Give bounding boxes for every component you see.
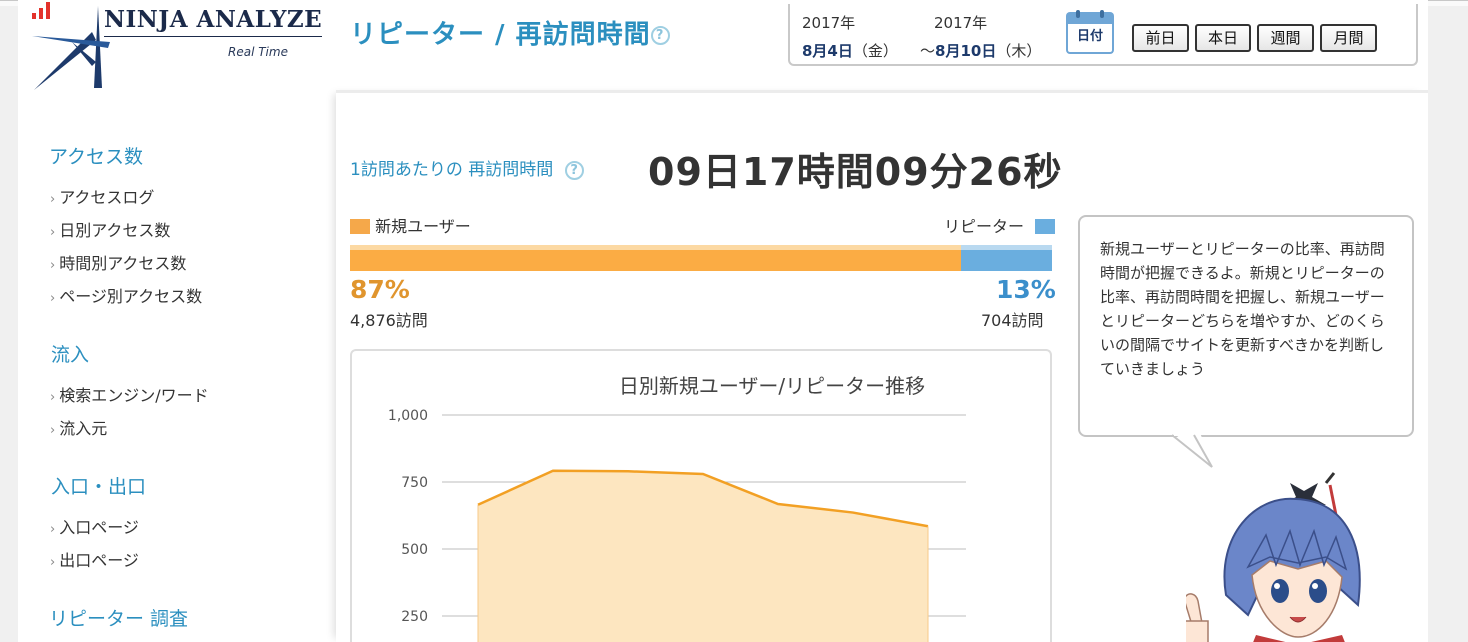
sidebar-item-referrer[interactable]: 流入元 [50,415,107,439]
legend-label-repeater: リピーター [944,217,1025,236]
calendar-ring [1076,10,1080,18]
logo-subtitle: Real Time [228,45,288,59]
new-user-percent: 87% [350,275,410,304]
sidebar: アクセス数 アクセスログ 日別アクセス数 時間別アクセス数 ページ別アクセス数 … [18,96,336,642]
range-tilde: ～ [920,42,936,60]
logo[interactable]: NINJA ANALYZE Real Time [32,2,332,92]
page: NINJA ANALYZE Real Time リピーター / 再訪問時間? 2… [18,0,1428,642]
signal-bars-icon [32,2,50,19]
sidebar-section-repeater[interactable]: リピーター 調査 [49,604,188,631]
y-tick-label: 250 [401,609,428,625]
chart-panel: 日別新規ユーザー/リピーター推移 1,000 750 500 250 [350,349,1052,642]
help-icon[interactable]: ? [564,160,584,180]
repeater-visits: 704訪問 [981,311,1044,330]
start-date[interactable]: 8月4日（金） [802,40,898,61]
end-date[interactable]: ～8月10日（木） [920,40,1041,61]
series-area [478,470,928,642]
week-button[interactable]: 週間 [1257,24,1314,52]
chart-title: 日別新規ユーザー/リピーター推移 [619,374,925,398]
help-bubble: 新規ユーザーとリピーターの比率、再訪問時間が把握できるよ。新規とリピーターの比率… [1078,215,1414,437]
end-day: （木） [996,42,1042,60]
daily-trend-chart: 日別新規ユーザー/リピーター推移 1,000 750 500 250 [388,374,966,642]
sidebar-section-entry-exit[interactable]: 入口・出口 [51,472,146,499]
page-title-text: リピーター / 再訪問時間 [350,20,651,50]
ratio-bar-new [350,250,961,271]
end-year: 2017年 [934,14,988,32]
y-tick-label: 750 [401,475,428,491]
main-content: 1訪問あたりの 再訪問時間 ? 09日17時間09分26秒 新規ユーザー リピー… [336,90,1428,642]
help-icon[interactable]: ? [650,26,670,45]
date-range-panel: 2017年 8月4日（金） 2017年 ～8月10日（木） 日付 前日 本日 週… [788,4,1418,66]
sidebar-item-entry-page[interactable]: 入口ページ [50,514,139,538]
calendar-ring [1100,10,1104,18]
sidebar-item-daily-access[interactable]: 日別アクセス数 [50,217,170,241]
new-user-visits: 4,876訪問 [350,311,428,330]
start-day: （金） [852,42,898,60]
sidebar-item-access-log[interactable]: アクセスログ [50,184,154,208]
calendar-icon: 日付 [1066,24,1114,54]
sidebar-item-search-engine[interactable]: 検索エンジン/ワード [50,382,208,406]
y-tick-label: 500 [401,542,428,558]
month-button[interactable]: 月間 [1320,24,1377,52]
sidebar-section-inflow[interactable]: 流入 [51,340,89,367]
legend-label-new: 新規ユーザー [375,217,471,236]
revisit-label: 1訪問あたりの 再訪問時間 ? [350,155,584,180]
logo-divider [104,36,322,37]
ratio-bar-repeater [961,250,1052,271]
legend-swatch-repeater [1035,219,1056,234]
legend-new-user: 新規ユーザー [350,213,471,237]
sidebar-item-exit-page[interactable]: 出口ページ [50,547,139,571]
end-date-value: 8月10日 [935,42,997,60]
revisit-time-value: 09日17時間09分26秒 [648,150,1063,194]
sidebar-section-access[interactable]: アクセス数 [49,142,143,169]
revisit-label-text: 1訪問あたりの 再訪問時間 [350,160,554,180]
logo-name: NINJA ANALYZE [104,6,323,33]
start-year: 2017年 [802,14,856,32]
sidebar-item-hourly-access[interactable]: 時間別アクセス数 [50,250,186,274]
y-tick-label: 1,000 [388,408,428,424]
legend-swatch-new [350,219,370,234]
today-button[interactable]: 本日 [1195,24,1251,52]
start-date-value: 8月4日 [802,42,853,60]
prev-day-button[interactable]: 前日 [1132,24,1189,52]
page-title: リピーター / 再訪問時間? [350,14,670,51]
ratio-bar [350,245,1052,271]
ninja-character-illustration [1186,472,1361,642]
bubble-tail [1160,433,1214,468]
repeater-percent: 13% [996,275,1056,304]
calendar-button[interactable]: 日付 [1066,10,1114,54]
sidebar-item-page-access[interactable]: ページ別アクセス数 [50,283,202,307]
legend-repeater: リピーター [944,213,1056,237]
